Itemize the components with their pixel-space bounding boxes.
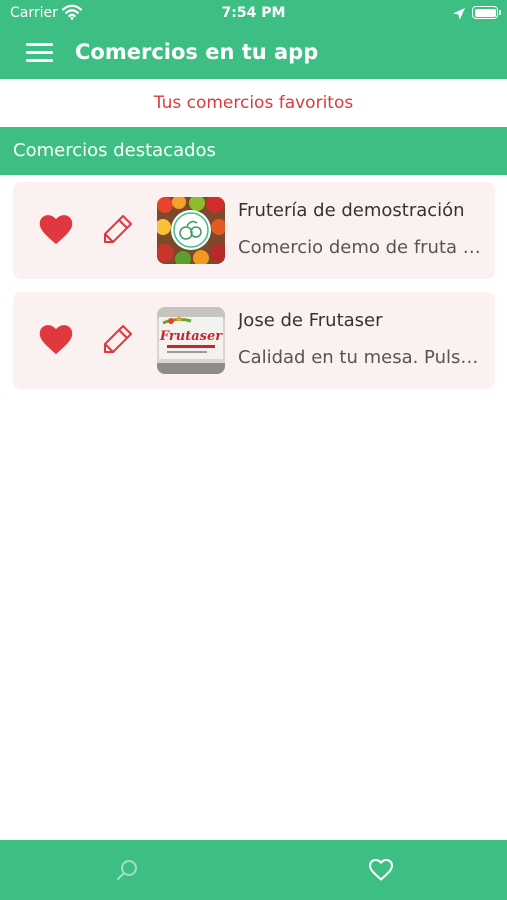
fruit-shop-logo-image <box>157 197 225 264</box>
location-arrow-icon <box>452 6 466 25</box>
business-title: Jose de Frutaser <box>238 310 383 331</box>
section-title: Comercios destacados <box>13 140 216 161</box>
battery-cap <box>499 10 501 15</box>
pencil-icon[interactable] <box>101 212 135 246</box>
favorites-link[interactable]: Tus comercios favoritos <box>0 79 507 127</box>
heart-icon[interactable] <box>39 324 73 356</box>
battery-level <box>474 8 496 17</box>
business-card[interactable]: Frutería de demostración Comercio demo d… <box>13 182 495 279</box>
heart-icon[interactable] <box>39 214 73 246</box>
status-bar: Carrier 7:54 PM <box>0 0 507 28</box>
business-title: Frutería de demostración <box>238 200 465 221</box>
tab-favorites[interactable] <box>253 840 506 900</box>
clock-label: 7:54 PM <box>221 5 286 21</box>
section-header: Comercios destacados <box>0 127 507 175</box>
frutaser-logo-text: Frutaser <box>159 329 223 344</box>
business-description: Calidad en tu mesa. Pulsa para ver más <box>238 347 483 368</box>
business-card[interactable]: Frutaser Jose de Frutaser Calidad en tu … <box>13 292 495 389</box>
page-title: Comercios en tu app <box>75 40 319 64</box>
pencil-icon[interactable] <box>101 322 135 356</box>
search-icon <box>117 860 137 880</box>
battery-icon <box>472 6 498 19</box>
bottom-tab-bar <box>0 840 507 900</box>
app-header: Comercios en tu app <box>0 28 507 79</box>
business-description: Comercio demo de fruta y verdura <box>238 237 483 258</box>
frutaser-truck-image: Frutaser <box>157 307 225 374</box>
tab-search[interactable] <box>0 840 253 900</box>
hamburger-menu-icon[interactable] <box>26 41 53 63</box>
heart-outline-icon <box>369 859 393 881</box>
